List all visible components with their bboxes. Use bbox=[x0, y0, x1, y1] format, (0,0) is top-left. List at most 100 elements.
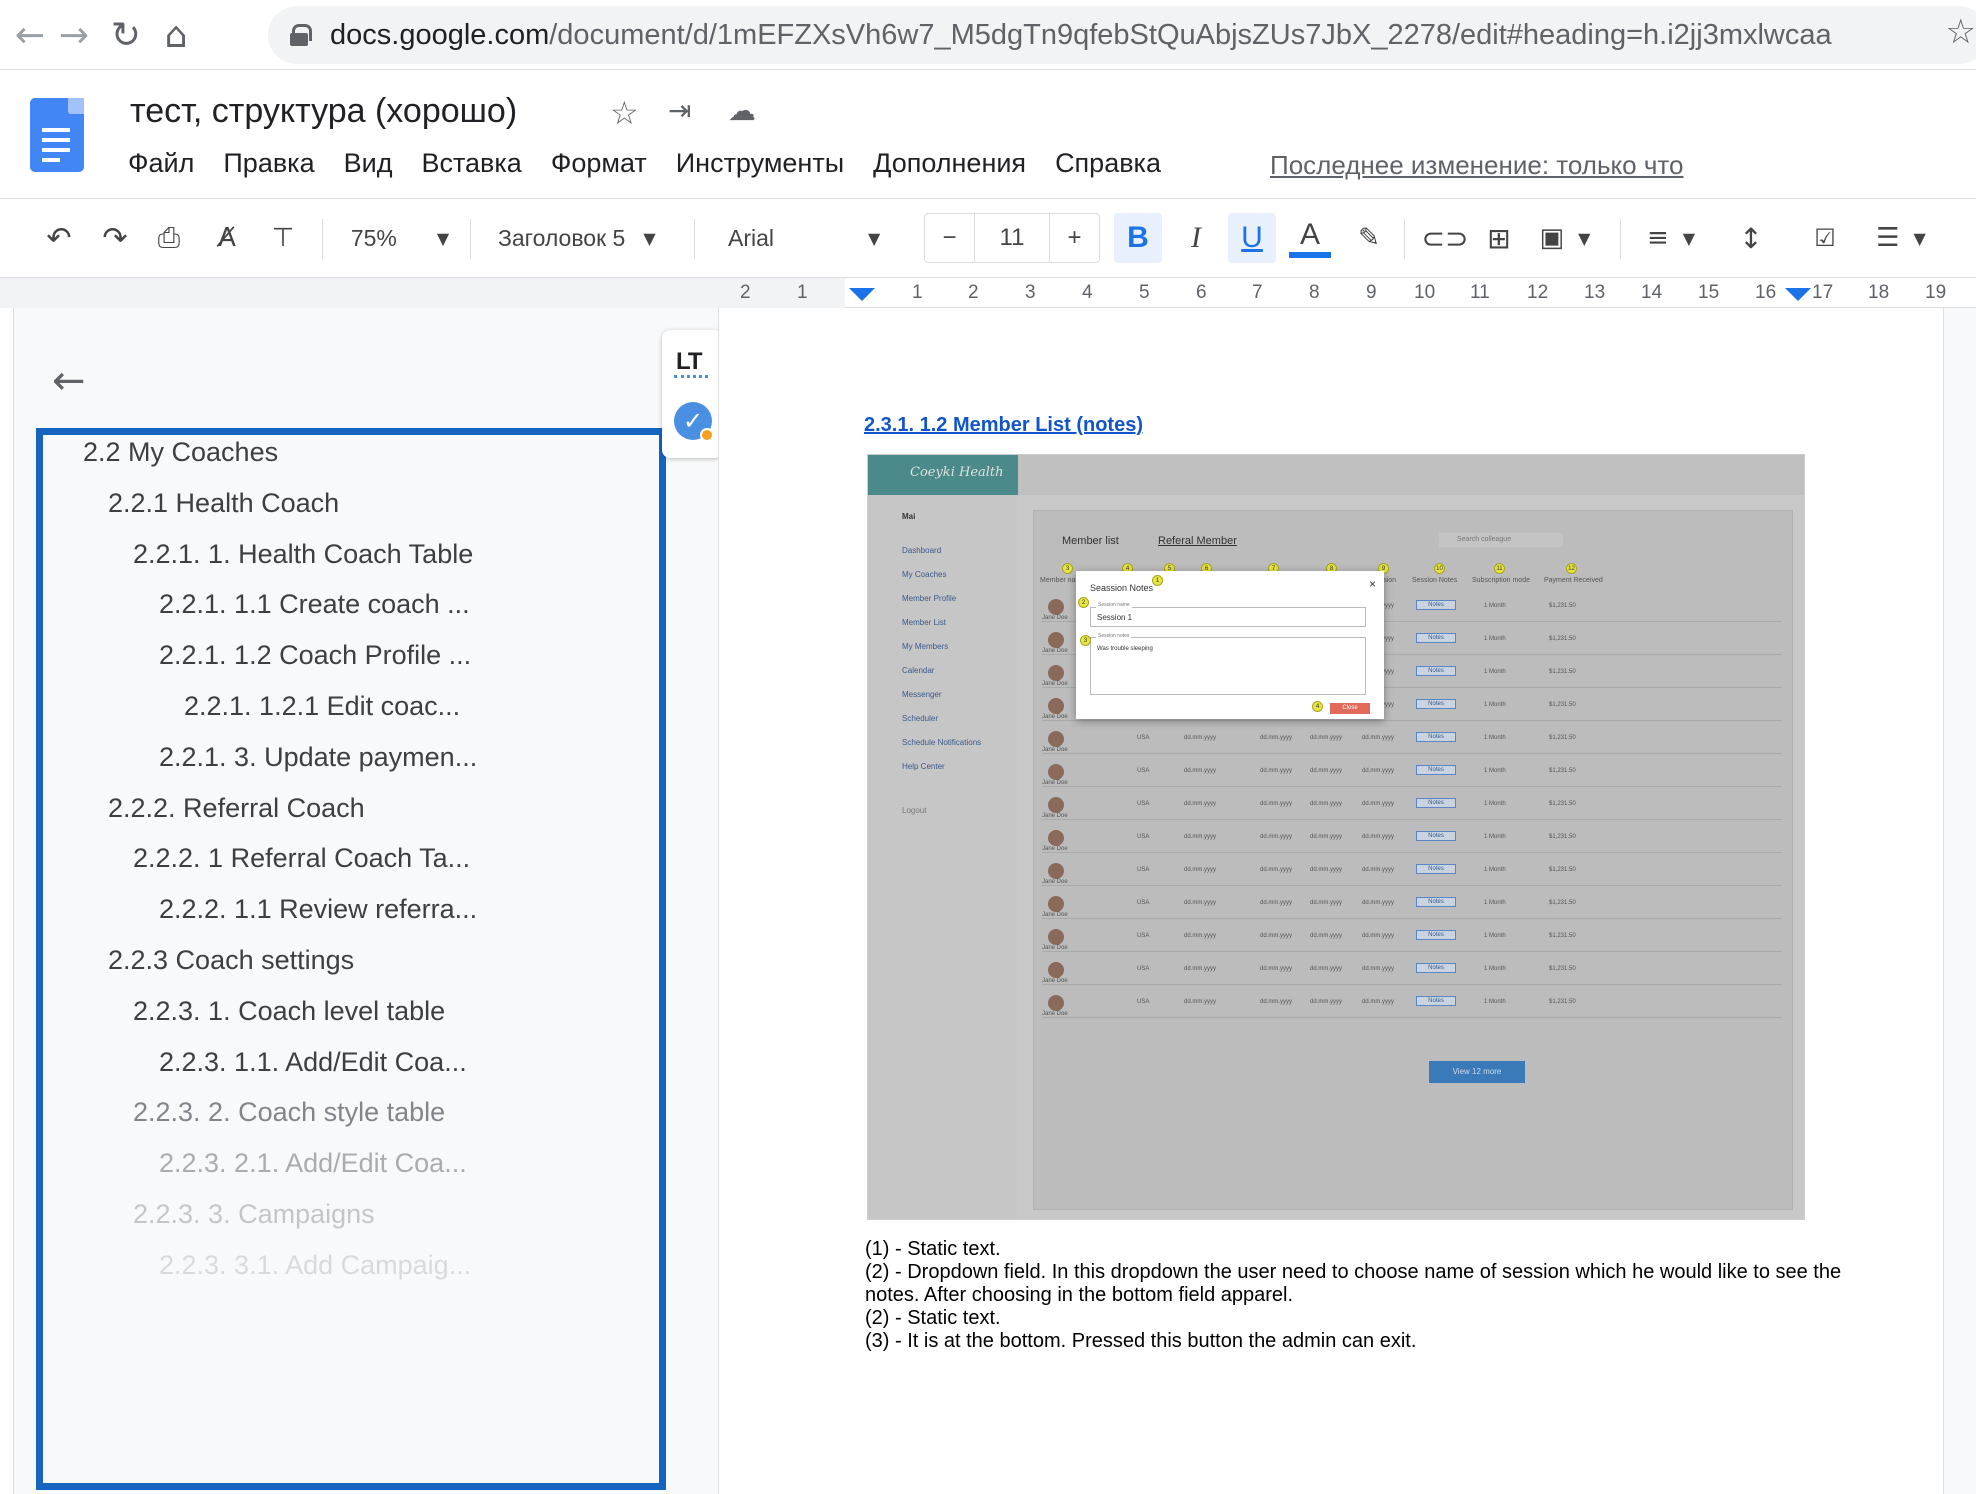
outline-item[interactable]: 2.2.1. 1.1 Create coach ... bbox=[159, 589, 470, 620]
screenshot-cell: $1,231.50 bbox=[1549, 702, 1576, 708]
menu-insert[interactable]: Вставка bbox=[421, 148, 521, 179]
line-spacing-icon[interactable]: ↕ bbox=[1728, 213, 1774, 263]
outline-item[interactable]: 2.2.1. 3. Update paymen... bbox=[159, 742, 477, 773]
menu-help[interactable]: Справка bbox=[1055, 148, 1161, 179]
forward-icon[interactable]: → bbox=[46, 7, 102, 63]
menu-edit[interactable]: Правка bbox=[223, 148, 314, 179]
underline-button[interactable]: U bbox=[1228, 213, 1276, 263]
highlight-icon[interactable]: ✎ bbox=[1346, 213, 1392, 263]
screenshot-cell: $1,231.50 bbox=[1549, 834, 1576, 840]
address-bar[interactable]: docs.google.com/document/d/1mEFZXsVh6w7_… bbox=[268, 6, 1976, 64]
outline-item[interactable]: 2.2.1. 1. Health Coach Table bbox=[133, 539, 473, 570]
languagetool-widget[interactable]: LT ✓ bbox=[662, 330, 722, 458]
font-select[interactable]: Arial ▼ bbox=[714, 213, 910, 263]
cloud-status-icon[interactable]: ☁ bbox=[728, 94, 756, 127]
image-icon[interactable]: ▣ ▼ bbox=[1530, 213, 1600, 263]
outline-item[interactable]: 2.2.1. 1.2.1 Edit coac... bbox=[184, 691, 460, 722]
screenshot-sidebar-item: Calendar bbox=[902, 666, 935, 675]
ruler-label: 10 bbox=[1414, 282, 1436, 303]
document-page[interactable]: 2.3.1. 1.2 Member List (notes) Coeyki He… bbox=[718, 308, 1944, 1494]
redo-icon[interactable]: ↷ bbox=[92, 213, 138, 263]
home-icon[interactable]: ⌂ bbox=[148, 7, 204, 63]
screenshot-cell: dd.mm.yyyy bbox=[1184, 966, 1217, 972]
screenshot-cell: dd.mm.yyyy bbox=[1260, 933, 1293, 939]
outline-item[interactable]: 2.2.3. 2. Coach style table bbox=[133, 1097, 445, 1128]
screenshot-cell: $1,231.50 bbox=[1549, 735, 1576, 741]
text-color-glyph: A bbox=[1299, 218, 1320, 251]
docs-logo-icon[interactable] bbox=[30, 98, 84, 172]
screenshot-cell: dd.mm.yyyy bbox=[1310, 735, 1343, 741]
outline-item[interactable]: 2.2 My Coaches bbox=[83, 437, 278, 468]
outline-item[interactable]: 2.2.3. 1.1. Add/Edit Coa... bbox=[159, 1047, 467, 1078]
outline-item[interactable]: 2.2.1 Health Coach bbox=[108, 488, 339, 519]
outline-item[interactable]: 2.2.3 Coach settings bbox=[108, 945, 354, 976]
url-path: /document/d/1mEFZXsVh6w7_M5dgTn9qfebStQu… bbox=[549, 18, 1832, 51]
screenshot-cell: $1,231.50 bbox=[1549, 933, 1576, 939]
align-icon[interactable]: ≡ ▼ bbox=[1636, 213, 1706, 263]
star-icon[interactable]: ☆ bbox=[610, 94, 639, 132]
bookmark-star-icon[interactable]: ☆ bbox=[1946, 12, 1976, 52]
screenshot-cell: dd.mm.yyyy bbox=[1310, 999, 1343, 1005]
left-indent-marker[interactable] bbox=[849, 288, 875, 301]
screenshot-cell: dd.mm.yyyy bbox=[1310, 768, 1343, 774]
bulleted-list-icon[interactable]: ☰ ▼ bbox=[1866, 213, 1936, 263]
screenshot-cell: dd.mm.yyyy bbox=[1310, 900, 1343, 906]
screenshot-cell: $1,231.50 bbox=[1549, 867, 1576, 873]
close-outline-icon[interactable]: ← bbox=[52, 358, 86, 404]
checklist-icon[interactable]: ☑ bbox=[1800, 213, 1850, 263]
paint-format-icon[interactable]: ⊤ bbox=[260, 213, 306, 263]
screenshot-row-divider bbox=[1042, 852, 1782, 853]
screenshot-cell: dd.mm.yyyy bbox=[1184, 900, 1217, 906]
screenshot-cell: dd.mm.yyyy bbox=[1184, 801, 1217, 807]
outline-item[interactable]: 2.2.3. 3.1. Add Campaig... bbox=[159, 1250, 471, 1281]
outline-list: 2.2 My Coaches 2.2.1 Health Coach 2.2.1. 1… bbox=[36, 428, 666, 1490]
embedded-screenshot[interactable]: Coeyki Health Mai Dashboard My Coaches Memb… bbox=[867, 454, 1805, 1220]
last-edit-link[interactable]: Последнее изменение: только что bbox=[1270, 150, 1683, 181]
document-title[interactable]: тест, структура (хорошо) bbox=[130, 92, 517, 131]
screenshot-cell: dd.mm.yyyy bbox=[1362, 801, 1395, 807]
horizontal-ruler[interactable]: 2 1 1 2 3 4 5 6 7 8 9 10 11 12 13 14 15 … bbox=[0, 278, 1976, 308]
menu-addons[interactable]: Дополнения bbox=[873, 148, 1026, 179]
screenshot-cell: dd.mm.yyyy bbox=[1362, 867, 1395, 873]
screenshot-cell: dd.mm.yyyy bbox=[1260, 801, 1293, 807]
avatar bbox=[1048, 995, 1064, 1011]
comment-icon[interactable]: ⊞ bbox=[1476, 213, 1522, 263]
menu-tools[interactable]: Инструменты bbox=[676, 148, 844, 179]
ruler-label: 16 bbox=[1755, 282, 1777, 303]
screenshot-cell: dd.mm.yyyy bbox=[1310, 933, 1343, 939]
menu-file[interactable]: Файл bbox=[128, 148, 194, 179]
undo-icon[interactable]: ↶ bbox=[36, 213, 82, 263]
move-folder-icon[interactable]: ⇥ bbox=[668, 94, 691, 127]
font-size-increase[interactable]: + bbox=[1049, 214, 1099, 262]
right-indent-marker[interactable] bbox=[1785, 288, 1811, 301]
menu-format[interactable]: Формат bbox=[551, 148, 647, 179]
spellcheck-icon[interactable]: A̸ bbox=[204, 213, 250, 263]
screenshot-notes-button: Notes bbox=[1416, 798, 1456, 808]
screenshot-row-divider bbox=[1042, 984, 1782, 985]
text-color-button[interactable]: A bbox=[1286, 213, 1334, 263]
outline-item[interactable]: 2.2.3. 2.1. Add/Edit Coa... bbox=[159, 1148, 467, 1179]
print-icon[interactable]: ⎙ bbox=[146, 213, 192, 263]
reload-icon[interactable]: ↻ bbox=[98, 7, 154, 63]
italic-button[interactable]: I bbox=[1172, 213, 1220, 263]
font-size-input[interactable]: 11 bbox=[975, 214, 1049, 262]
lock-icon[interactable] bbox=[290, 24, 312, 46]
link-icon[interactable]: ⊂⊃ bbox=[1420, 213, 1470, 263]
outline-item[interactable]: 2.2.3. 3. Campaigns bbox=[133, 1199, 375, 1230]
bold-button[interactable]: B bbox=[1114, 213, 1162, 263]
outline-item[interactable]: 2.2.2. 1 Referral Coach Ta... bbox=[133, 843, 470, 874]
outline-item[interactable]: 2.2.2. Referral Coach bbox=[108, 793, 365, 824]
note-line: (2) - Static text. bbox=[865, 1307, 1001, 1329]
zoom-select[interactable]: 75% ▼ bbox=[340, 213, 460, 263]
style-select[interactable]: Заголовок 5 ▼ bbox=[486, 213, 682, 263]
vertical-ruler[interactable] bbox=[0, 308, 14, 1494]
font-size-decrease[interactable]: − bbox=[925, 214, 975, 262]
avatar bbox=[1048, 962, 1064, 978]
screenshot-cell: dd.mm.yyyy bbox=[1362, 834, 1395, 840]
menu-view[interactable]: Вид bbox=[344, 148, 393, 179]
screenshot-cell: Jane Doe bbox=[1042, 879, 1068, 885]
outline-item[interactable]: 2.2.3. 1. Coach level table bbox=[133, 996, 445, 1027]
outline-item[interactable]: 2.2.2. 1.1 Review referra... bbox=[159, 894, 477, 925]
outline-item[interactable]: 2.2.1. 1.2 Coach Profile ... bbox=[159, 640, 471, 671]
section-heading[interactable]: 2.3.1. 1.2 Member List (notes) bbox=[864, 414, 1143, 437]
